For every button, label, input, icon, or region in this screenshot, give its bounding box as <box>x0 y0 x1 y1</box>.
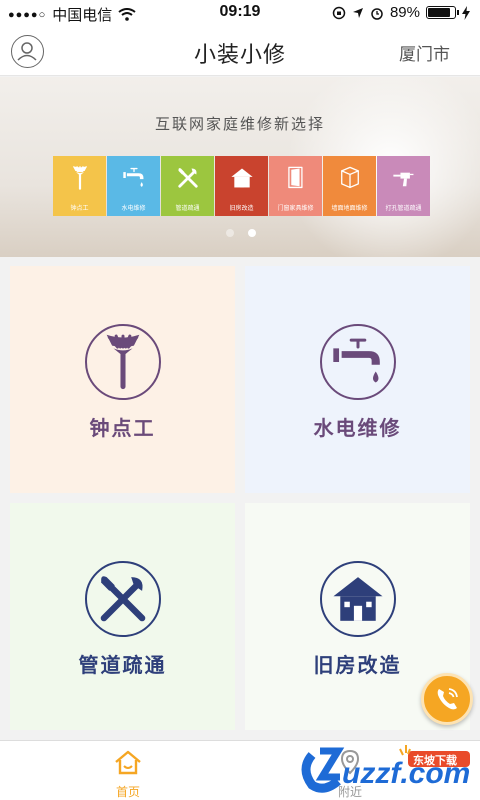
faucet-icon <box>332 338 380 383</box>
banner-tile-3[interactable]: 管道疏通 <box>161 156 214 216</box>
banner-tile-label: 水电维修 <box>121 206 146 212</box>
tools-icon <box>178 168 198 188</box>
banner-tile-label: 管道疏通 <box>175 206 200 212</box>
tab-home[interactable]: 首页 <box>88 749 168 800</box>
banner-tile-7[interactable]: 打孔管道疏通 <box>377 156 430 216</box>
service-label: 旧房改造 <box>313 655 402 677</box>
banner-tile-label: 打孔管道疏通 <box>385 206 422 212</box>
service-card-2[interactable]: 水电维修 <box>245 266 470 493</box>
banner-service-tiles: 钟点工 水电维修 管道疏通 旧房改造 门窗家具维修 墙面地面维修 打孔管道疏通 <box>53 156 430 216</box>
wall-icon <box>341 166 359 189</box>
service-label: 钟点工 <box>89 418 156 440</box>
banner-tile-label: 门窗家具维修 <box>277 206 314 212</box>
service-card-3[interactable]: 管道疏通 <box>10 503 235 730</box>
home-icon <box>115 750 141 775</box>
location-arrow-icon <box>352 7 363 18</box>
app-screen: ●●●●○ 中国电信 09:19 89% 小装小修 厦门市 互联网家庭维修新选择… <box>0 0 480 800</box>
service-icon-circle <box>84 561 161 637</box>
service-icon-circle <box>319 561 396 637</box>
banner-tile-6[interactable]: 墙面地面维修 <box>323 156 376 216</box>
phone-icon <box>437 688 458 710</box>
broom-icon <box>72 166 88 190</box>
banner-tile-1[interactable]: 钟点工 <box>53 156 106 216</box>
banner-tile-5[interactable]: 门窗家具维修 <box>269 156 322 216</box>
service-icon-circle <box>84 324 161 400</box>
door-icon <box>288 166 303 189</box>
banner-tile-label: 墙面地面维修 <box>331 206 368 212</box>
city-selector[interactable]: 厦门市 <box>399 40 450 65</box>
banner-slogan: 互联网家庭维修新选择 <box>154 116 325 133</box>
drill-icon <box>393 172 414 187</box>
pagination-dot[interactable] <box>226 229 234 237</box>
battery-icon <box>426 6 459 19</box>
house-icon <box>231 168 253 188</box>
service-icon-circle <box>319 324 396 400</box>
service-label: 水电维修 <box>313 418 402 440</box>
charging-icon <box>462 5 470 20</box>
status-bar: ●●●●○ 中国电信 09:19 89% <box>0 0 480 26</box>
alarm-icon <box>371 7 383 20</box>
pagination-dot[interactable] <box>248 229 256 237</box>
banner-tile-2[interactable]: 水电维修 <box>107 156 160 216</box>
app-header: 小装小修 厦门市 <box>0 26 480 76</box>
faucet-icon <box>123 167 144 187</box>
tab-home-label: 首页 <box>115 785 140 799</box>
service-card-1[interactable]: 钟点工 <box>10 266 235 493</box>
banner-tile-label: 旧房改造 <box>229 206 254 212</box>
service-label: 管道疏通 <box>78 655 167 677</box>
watermark-logo: uzzf.com 东坡下载 <box>290 735 480 800</box>
battery-fill <box>428 8 450 17</box>
status-right: 89% <box>332 4 470 21</box>
call-button[interactable] <box>421 673 473 725</box>
svg-text:东坡下载: 东坡下载 <box>413 753 457 767</box>
banner-tile-4[interactable]: 旧房改造 <box>215 156 268 216</box>
promo-banner[interactable]: 互联网家庭维修新选择 钟点工 水电维修 管道疏通 旧房改造 门窗家具维修 墙面地面维修 打孔… <box>0 77 480 257</box>
house-icon <box>332 577 383 621</box>
rotation-lock-icon <box>332 6 346 19</box>
tools-icon <box>100 576 145 622</box>
banner-tile-label: 钟点工 <box>70 206 89 212</box>
broom-icon <box>106 334 139 390</box>
battery-percent: 89% <box>389 4 420 21</box>
